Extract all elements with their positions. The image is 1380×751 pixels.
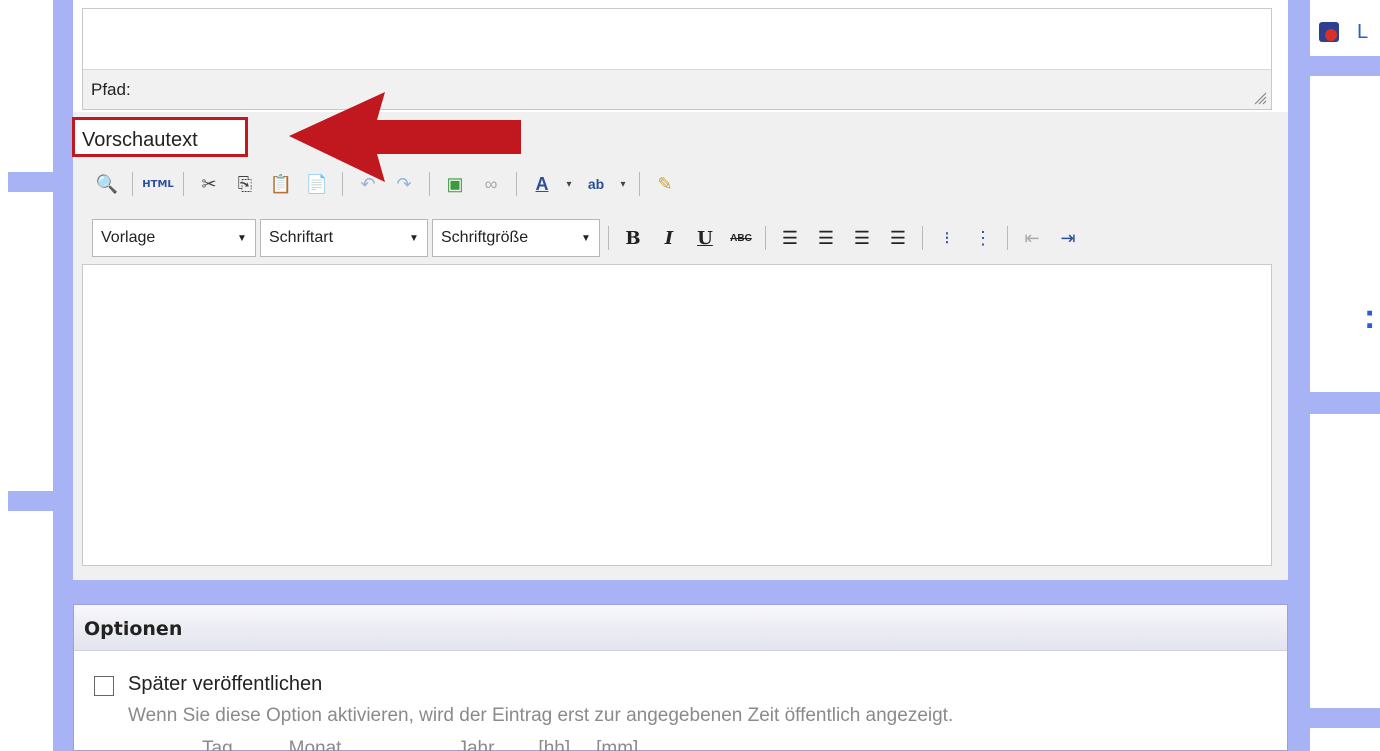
cut-icon[interactable]: ✂ bbox=[194, 169, 224, 199]
insert-image-icon[interactable]: ▣ bbox=[440, 169, 470, 199]
template-select-value: Vorlage bbox=[101, 229, 156, 246]
strikethrough-button[interactable]: ABC bbox=[725, 222, 757, 254]
toolbar-separator bbox=[342, 172, 343, 196]
copy-icon[interactable]: ⎘ bbox=[230, 169, 260, 199]
toolbar-separator bbox=[765, 226, 766, 250]
toolbar-separator bbox=[516, 172, 517, 196]
text-color-icon[interactable]: A bbox=[527, 169, 557, 199]
editor-toolbar-row-1: 🔍 HTML ✂ ⎘ 📋 📄 ↶ ↷ ▣ ∞ A ▾ ab ▾ ✎ bbox=[92, 166, 680, 202]
editor-toolbar-row-2: Vorlage ▼ Schriftart ▼ Schriftgröße ▼ B … bbox=[92, 218, 1084, 258]
path-bar: Pfad: bbox=[83, 69, 1271, 109]
path-label: Pfad: bbox=[91, 80, 131, 99]
paste-word-icon[interactable]: 📄 bbox=[302, 169, 332, 199]
undo-icon[interactable]: ↶ bbox=[353, 169, 383, 199]
font-size-select-value: Schriftgröße bbox=[441, 229, 529, 246]
outdent-icon[interactable]: ⇤ bbox=[1016, 222, 1048, 254]
options-title: Optionen bbox=[84, 618, 183, 640]
toolbar-separator bbox=[132, 172, 133, 196]
frame-left-bar-1 bbox=[8, 172, 58, 192]
frame-right-bar-3 bbox=[1288, 708, 1380, 728]
chevron-down-icon: ▼ bbox=[237, 232, 247, 244]
font-select-value: Schriftart bbox=[269, 229, 334, 246]
toolbar-separator bbox=[639, 172, 640, 196]
italic-button[interactable]: I bbox=[653, 222, 685, 254]
dropdown-arrow-icon[interactable]: ▾ bbox=[563, 169, 575, 199]
date-col-year: Jahr bbox=[457, 738, 495, 751]
options-panel: Optionen Später veröffentlichen Wenn Sie… bbox=[73, 604, 1288, 751]
font-select[interactable]: Schriftart ▼ bbox=[260, 219, 428, 257]
frame-right-bar-1 bbox=[1288, 56, 1380, 76]
chevron-down-icon: ▼ bbox=[581, 232, 591, 244]
align-left-icon[interactable]: ☰ bbox=[774, 222, 806, 254]
link-icon[interactable]: ∞ bbox=[476, 169, 506, 199]
publish-later-label[interactable]: Später veröffentlichen bbox=[128, 673, 322, 696]
toolbar-separator bbox=[183, 172, 184, 196]
toolbar-separator bbox=[922, 226, 923, 250]
align-center-icon[interactable]: ☰ bbox=[810, 222, 842, 254]
frame-mid-right-vertical bbox=[1288, 0, 1310, 751]
redo-icon[interactable]: ↷ bbox=[389, 169, 419, 199]
sidebar-link[interactable]: L bbox=[1357, 21, 1368, 44]
clear-format-icon[interactable]: ✎ bbox=[650, 169, 680, 199]
bold-button[interactable]: B bbox=[617, 222, 649, 254]
date-col-minute: [mm] bbox=[596, 738, 639, 751]
paste-text-icon[interactable]: 📋 bbox=[266, 169, 296, 199]
date-col-hour: [hh] bbox=[538, 738, 571, 751]
preview-text-editor[interactable] bbox=[82, 264, 1272, 566]
date-column-headers: Tag Monat Jahr [hh] [mm] bbox=[202, 738, 638, 751]
publish-later-checkbox[interactable] bbox=[94, 676, 114, 696]
preview-label: Vorschautext bbox=[82, 129, 198, 151]
bullet-list-icon[interactable]: ⁝ bbox=[931, 222, 963, 254]
toolbar-separator bbox=[608, 226, 609, 250]
preview-icon[interactable]: 🔍 bbox=[92, 169, 122, 199]
align-justify-icon[interactable]: ☰ bbox=[882, 222, 914, 254]
preview-label-box: Vorschautext bbox=[72, 117, 248, 157]
underline-button[interactable]: U bbox=[689, 222, 721, 254]
numbered-list-icon[interactable]: ⋮ bbox=[967, 222, 999, 254]
html-source-button[interactable]: HTML bbox=[142, 169, 174, 199]
date-col-month: Monat bbox=[288, 738, 342, 751]
toolbar-separator bbox=[429, 172, 430, 196]
indent-icon[interactable]: ⇥ bbox=[1052, 222, 1084, 254]
frame-right-bar-2 bbox=[1288, 392, 1380, 414]
publish-later-help: Wenn Sie diese Option aktivieren, wird d… bbox=[128, 705, 954, 726]
frame-bottom-bar bbox=[53, 580, 1310, 604]
highlight-color-icon[interactable]: ab bbox=[581, 169, 611, 199]
align-right-icon[interactable]: ☰ bbox=[846, 222, 878, 254]
chevron-down-icon: ▼ bbox=[409, 232, 419, 244]
options-header: Optionen bbox=[74, 605, 1287, 651]
database-icon bbox=[1319, 22, 1339, 42]
resize-grip-icon[interactable] bbox=[1253, 91, 1267, 105]
frame-left-bar-2 bbox=[8, 491, 58, 511]
frame-left-vertical bbox=[53, 0, 73, 751]
toolbar-separator bbox=[1007, 226, 1008, 250]
cut-off-glyph: : bbox=[1364, 298, 1376, 336]
date-col-day: Tag bbox=[202, 738, 233, 751]
top-editor-area[interactable]: Pfad: bbox=[82, 8, 1272, 110]
template-select[interactable]: Vorlage ▼ bbox=[92, 219, 256, 257]
dropdown-arrow-icon[interactable]: ▾ bbox=[617, 169, 629, 199]
font-size-select[interactable]: Schriftgröße ▼ bbox=[432, 219, 600, 257]
